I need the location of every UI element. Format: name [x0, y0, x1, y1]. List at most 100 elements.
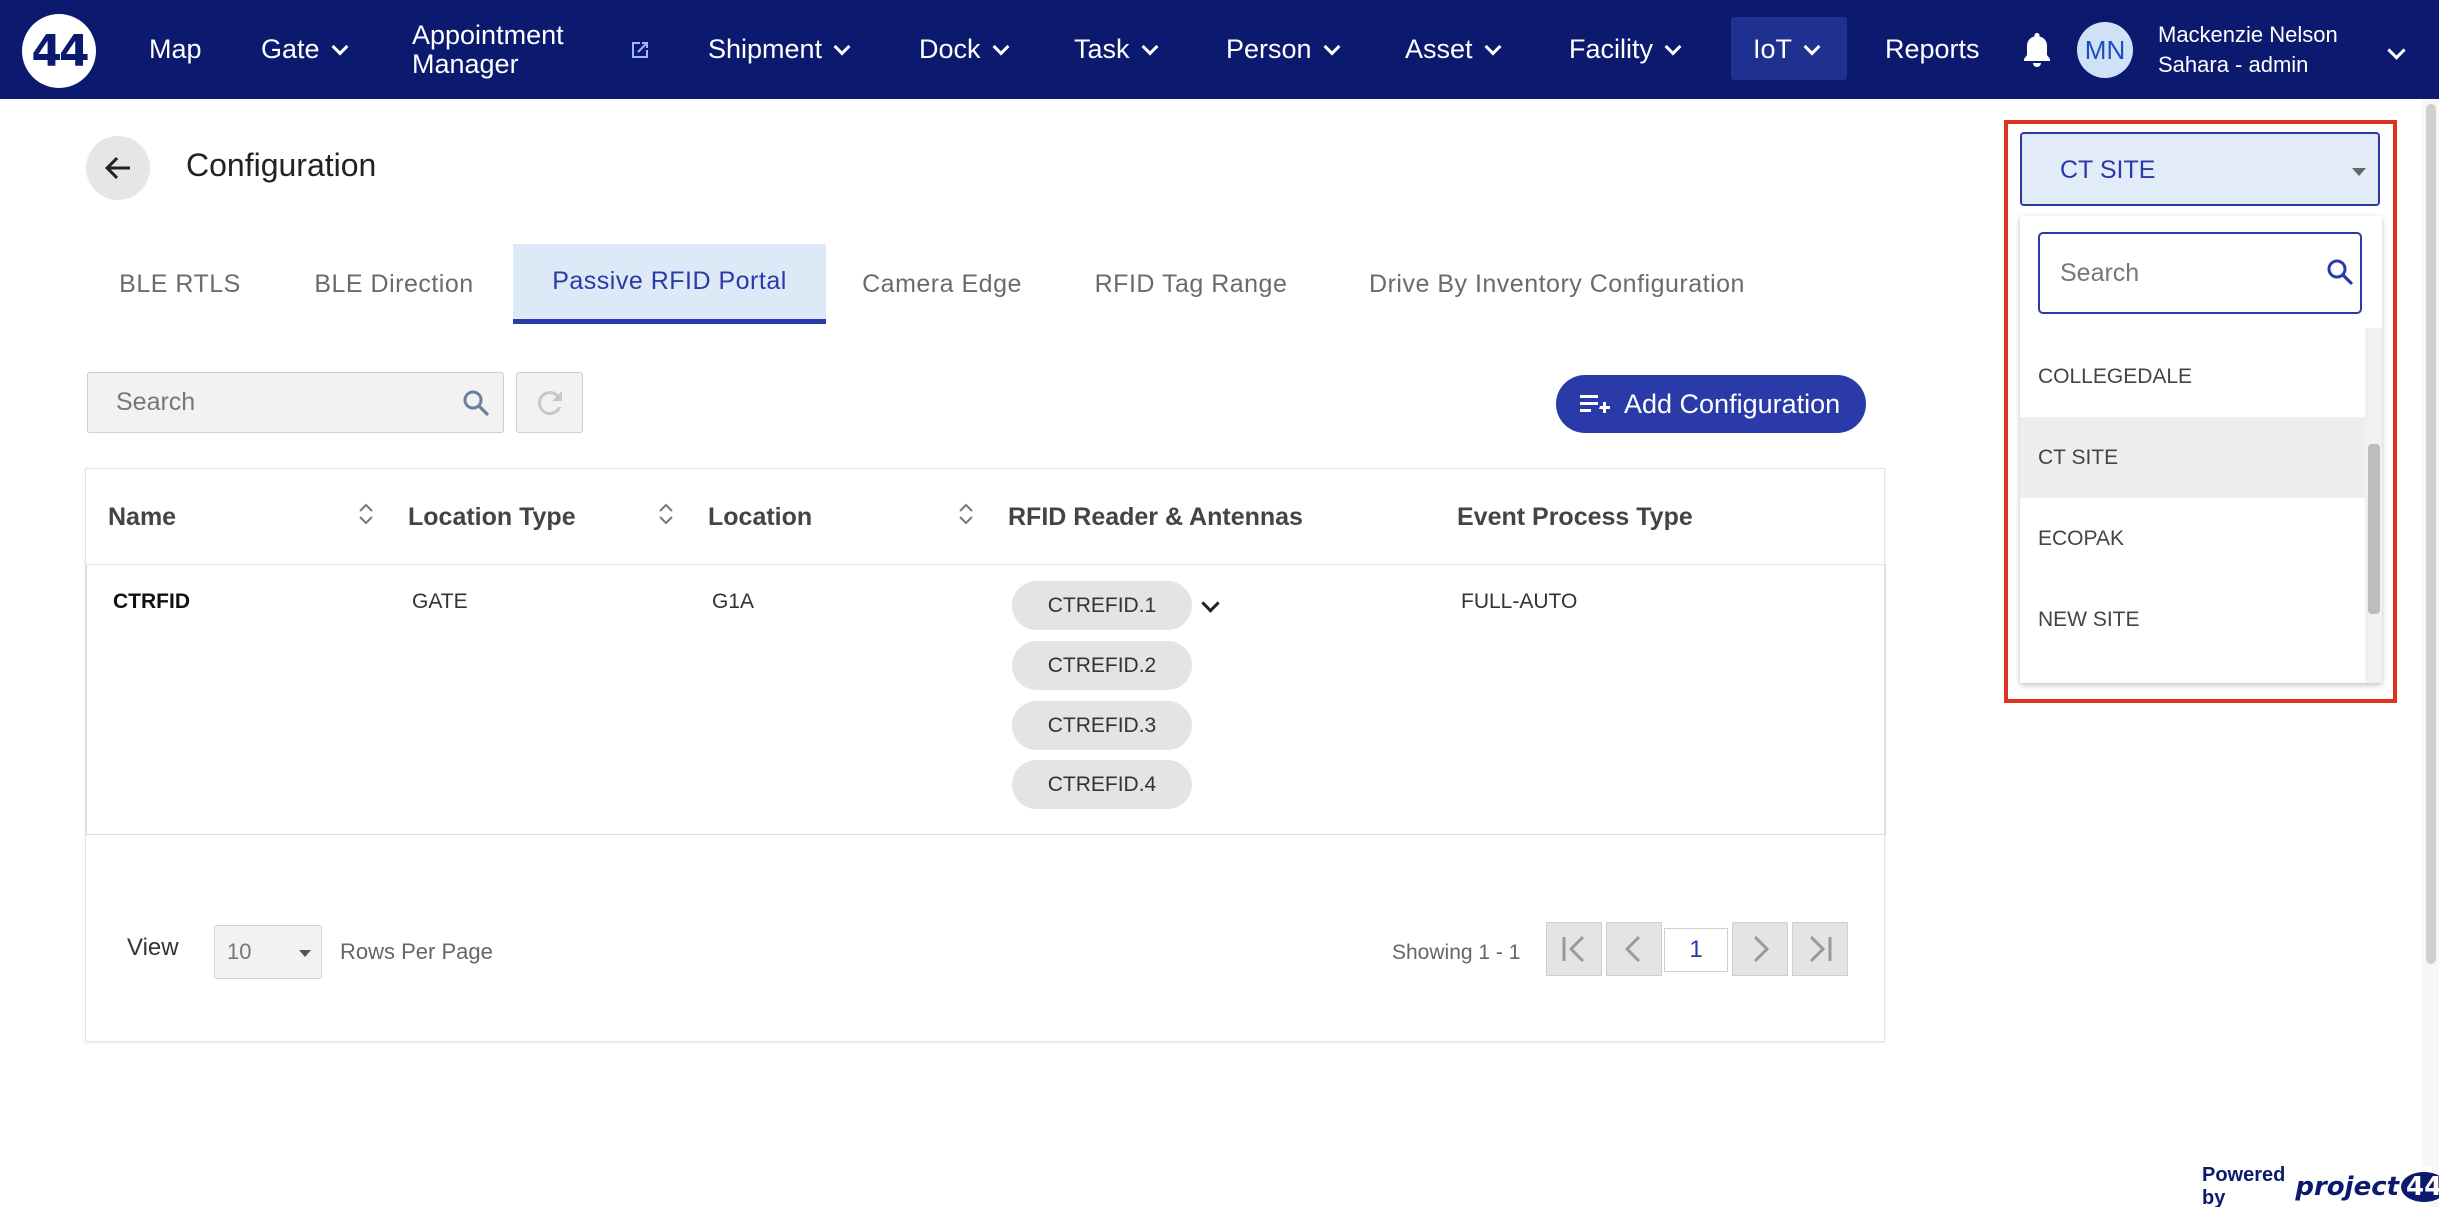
powered-by-badge: Powered by project 44 — [2192, 1163, 2439, 1207]
page-title: Configuration — [186, 147, 377, 183]
nav-task[interactable]: Task — [1074, 0, 1159, 99]
column-header-location-type[interactable]: Location Type — [408, 503, 576, 532]
bell-icon[interactable] — [2020, 30, 2054, 70]
nav-shipment[interactable]: Shipment — [708, 0, 851, 99]
site-option-new-site[interactable]: NEW SITE — [2020, 579, 2365, 660]
antenna-chip-label: CTREFID.4 — [1047, 772, 1157, 796]
refresh-button[interactable] — [516, 372, 583, 433]
nav-map[interactable]: Map — [149, 0, 202, 99]
tab-label: BLE RTLS — [119, 269, 241, 298]
antenna-chip-label: CTREFID.1 — [1047, 593, 1157, 617]
back-button[interactable] — [86, 136, 150, 200]
nav-dock-label: Dock — [919, 34, 981, 64]
caret-down-icon — [299, 950, 311, 957]
nav-task-label: Task — [1074, 34, 1130, 64]
playlist-add-icon — [1580, 395, 1610, 413]
avatar-initials: MN — [2084, 34, 2126, 65]
current-page-value: 1 — [1689, 936, 1703, 963]
first-page-button[interactable] — [1546, 922, 1602, 976]
dropdown-scrollbar-thumb[interactable] — [2368, 444, 2380, 614]
first-page-icon — [1562, 935, 1585, 963]
caret-down-icon — [2352, 168, 2366, 176]
tab-ble-rtls[interactable]: BLE RTLS — [86, 244, 274, 324]
sort-icon[interactable] — [658, 501, 674, 527]
column-header-event-process-type: Event Process Type — [1457, 503, 1693, 531]
nav-appointment-line2: Manager — [412, 48, 519, 79]
user-name: Mackenzie Nelson — [2158, 22, 2338, 47]
antenna-chip: CTREFID.4 — [1012, 760, 1192, 809]
cell-name: CTRFID — [113, 590, 190, 613]
chevron-down-icon — [331, 38, 349, 55]
last-page-button[interactable] — [1792, 922, 1848, 976]
site-option-collegedale[interactable]: COLLEGEDALE — [2020, 336, 2365, 417]
tab-ble-direction[interactable]: BLE Direction — [284, 244, 504, 324]
powered-by-text: Powered by — [2202, 1163, 2286, 1207]
nav-appointment-label: Appointment Manager — [412, 19, 564, 79]
nav-iot[interactable]: IoT — [1753, 0, 1821, 99]
site-option-ct-site[interactable]: CT SITE — [2020, 417, 2365, 498]
site-dropdown-panel: COLLEGEDALE CT SITE ECOPAK NEW SITE — [2020, 216, 2382, 683]
site-select-value: CT SITE — [2060, 156, 2156, 184]
column-header-name[interactable]: Name — [108, 503, 176, 532]
antenna-chip: CTREFID.3 — [1012, 701, 1192, 750]
site-search-input[interactable] — [2040, 234, 2310, 312]
next-page-button[interactable] — [1732, 922, 1788, 976]
sort-icon[interactable] — [358, 501, 374, 527]
current-page-input[interactable]: 1 — [1664, 928, 1728, 972]
tab-drive-by-inventory-configuration[interactable]: Drive By Inventory Configuration — [1334, 244, 1780, 324]
chevron-down-icon — [1664, 38, 1682, 55]
search-icon[interactable] — [462, 389, 490, 417]
tab-label: Drive By Inventory Configuration — [1369, 269, 1745, 298]
site-option-ecopak[interactable]: ECOPAK — [2020, 498, 2365, 579]
chevron-left-icon — [1624, 935, 1641, 963]
table-row[interactable] — [86, 565, 1886, 835]
chevron-down-icon[interactable] — [2387, 41, 2406, 60]
rows-per-page-select[interactable]: 10 — [214, 925, 322, 979]
tab-rfid-tag-range[interactable]: RFID Tag Range — [1058, 244, 1324, 324]
nav-facility[interactable]: Facility — [1569, 0, 1682, 99]
nav-gate[interactable]: Gate — [261, 0, 349, 99]
project44-logo[interactable]: 44 — [22, 14, 96, 88]
chevron-down-icon — [833, 38, 851, 55]
sort-icon[interactable] — [958, 501, 974, 527]
nav-reports-label: Reports — [1885, 34, 1980, 64]
antenna-chip-label: CTREFID.3 — [1047, 713, 1157, 737]
add-configuration-button[interactable]: Add Configuration — [1556, 375, 1866, 433]
refresh-icon — [537, 390, 562, 415]
nav-person[interactable]: Person — [1226, 0, 1341, 99]
column-header-rfid-reader-antennas: RFID Reader & Antennas — [1008, 503, 1303, 531]
view-label: View — [127, 934, 179, 961]
nav-map-label: Map — [149, 34, 202, 64]
tab-camera-edge[interactable]: Camera Edge — [836, 244, 1048, 324]
previous-page-button[interactable] — [1606, 922, 1662, 976]
nav-dock[interactable]: Dock — [919, 0, 1010, 99]
last-page-icon — [1809, 935, 1832, 963]
antenna-chip: CTREFID.2 — [1012, 641, 1192, 690]
user-info[interactable]: Mackenzie Nelson Sahara - admin — [2158, 20, 2338, 80]
chevron-down-icon — [1323, 38, 1341, 55]
column-header-location[interactable]: Location — [708, 503, 812, 532]
nav-appointment-manager[interactable]: Appointment Manager — [412, 0, 564, 99]
tab-label: RFID Tag Range — [1094, 269, 1288, 298]
nav-reports[interactable]: Reports — [1885, 0, 1980, 99]
avatar[interactable]: MN — [2077, 22, 2133, 78]
top-navigation-bar: 44 Map Gate Appointment Manager Shipment… — [0, 0, 2439, 99]
external-link-icon[interactable] — [628, 38, 652, 62]
antenna-chip: CTREFID.1 — [1012, 581, 1192, 630]
search-icon[interactable] — [2326, 258, 2354, 286]
search-input[interactable] — [88, 373, 448, 432]
tab-passive-rfid-portal[interactable]: Passive RFID Portal — [513, 244, 826, 324]
cell-location-type: GATE — [412, 590, 468, 613]
antenna-chip-label: CTREFID.2 — [1047, 653, 1157, 677]
table-search-box — [87, 372, 504, 433]
chevron-down-icon — [1484, 38, 1502, 55]
showing-count: Showing 1 - 1 — [1392, 941, 1521, 964]
cell-location: G1A — [712, 590, 755, 613]
chevron-right-icon — [1753, 935, 1770, 963]
nav-appointment-line1: Appointment — [412, 19, 564, 50]
page-scrollbar-thumb[interactable] — [2426, 104, 2436, 964]
nav-asset[interactable]: Asset — [1405, 0, 1502, 99]
nav-asset-label: Asset — [1405, 34, 1473, 64]
nav-person-label: Person — [1226, 34, 1312, 64]
site-select[interactable]: CT SITE — [2020, 132, 2380, 206]
